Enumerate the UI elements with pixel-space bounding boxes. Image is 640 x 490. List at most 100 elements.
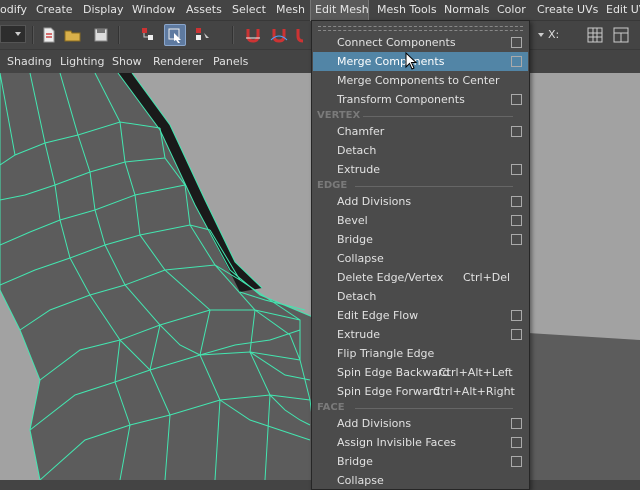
menu-item-chamfer[interactable]: Chamfer (313, 122, 528, 141)
select-component-button[interactable] (192, 24, 214, 46)
menu-item-label: Add Divisions (337, 417, 412, 430)
menu-create-uvs[interactable]: Create UVs (533, 0, 602, 20)
option-box-icon[interactable] (511, 437, 522, 448)
panel-menu-show[interactable]: Show (112, 51, 142, 73)
select-component-icon (196, 28, 209, 40)
option-box-icon[interactable] (511, 234, 522, 245)
menu-window[interactable]: Window (128, 0, 179, 20)
menu-item-label: Bridge (337, 233, 373, 246)
section-divider (355, 186, 513, 187)
option-box-icon[interactable] (511, 310, 522, 321)
panel-menu-shading[interactable]: Shading (7, 51, 52, 73)
tear-off-handle[interactable] (318, 26, 523, 31)
option-box-icon[interactable] (511, 196, 522, 207)
option-box-icon[interactable] (511, 456, 522, 467)
menu-item-connect-components[interactable]: Connect Components (313, 33, 528, 52)
option-box-icon[interactable] (511, 126, 522, 137)
menu-item-bridge-face[interactable]: Bridge (313, 452, 528, 471)
menu-item-label: Connect Components (337, 36, 456, 49)
menu-edit-mesh[interactable]: Edit Mesh (310, 0, 369, 21)
panel-menu-renderer[interactable]: Renderer (153, 51, 203, 73)
toolbar-divider (118, 26, 120, 44)
section-label: VERTEX (317, 110, 361, 121)
option-box-icon[interactable] (511, 94, 522, 105)
menu-item-bridge-edge[interactable]: Bridge (313, 230, 528, 249)
chevron-down-icon (15, 32, 21, 36)
panel-menu-lighting[interactable]: Lighting (60, 51, 104, 73)
menu-assets[interactable]: Assets (182, 0, 226, 20)
shortcut-label: Ctrl+Del (463, 271, 511, 284)
menuset-dropdown[interactable] (0, 25, 26, 43)
grid-snap-button[interactable] (584, 24, 606, 46)
select-object-icon (168, 28, 181, 43)
menu-item-merge-to-center[interactable]: Merge Components to Center (313, 71, 528, 90)
option-box-icon[interactable] (511, 329, 522, 340)
menu-modify[interactable]: odify (0, 0, 31, 20)
section-divider (355, 408, 513, 409)
open-scene-button[interactable] (62, 24, 84, 46)
layout-icon (613, 27, 629, 43)
option-box-icon[interactable] (511, 37, 522, 48)
menu-display[interactable]: Display (79, 0, 128, 20)
snap-to-curve-button[interactable] (268, 24, 290, 46)
menu-mesh-tools[interactable]: Mesh Tools (373, 0, 441, 20)
menu-item-flip-triangle-edge[interactable]: Flip Triangle Edge (313, 344, 528, 363)
menu-item-extrude-edge[interactable]: Extrude (313, 325, 528, 344)
menu-item-collapse-edge[interactable]: Collapse (313, 249, 528, 268)
snap-to-grid-button[interactable] (242, 24, 264, 46)
coordinate-label: X: (548, 24, 576, 46)
panel-layout-button[interactable] (610, 24, 632, 46)
menu-item-label: Flip Triangle Edge (337, 347, 435, 360)
menu-item-label: Chamfer (337, 125, 385, 138)
menu-item-detach-edge[interactable]: Detach (313, 287, 528, 306)
menu-item-label: Detach (337, 290, 377, 303)
menu-mesh[interactable]: Mesh (272, 0, 309, 20)
toolbar-divider (32, 26, 34, 44)
menu-item-collapse-face[interactable]: Collapse (313, 471, 528, 490)
option-box-icon[interactable] (511, 164, 522, 175)
menu-item-merge-components[interactable]: Merge Components (313, 52, 528, 71)
menu-item-spin-edge-backward[interactable]: Spin Edge Backward Ctrl+Alt+Left (313, 363, 528, 382)
menu-item-label: Bridge (337, 455, 373, 468)
grid-icon (587, 27, 603, 43)
menu-item-label: Collapse (337, 252, 384, 265)
menu-item-assign-invisible-faces[interactable]: Assign Invisible Faces (313, 433, 528, 452)
menu-item-label: Extrude (337, 163, 381, 176)
select-hierarchy-button[interactable] (138, 24, 160, 46)
menu-item-edit-edge-flow[interactable]: Edit Edge Flow (313, 306, 528, 325)
menu-item-label: Extrude (337, 328, 381, 341)
menu-item-label: Merge Components to Center (337, 74, 500, 87)
section-divider (363, 116, 513, 117)
magnet-curve-icon (270, 29, 288, 43)
main-menubar: odify Create Display Window Assets Selec… (0, 0, 640, 21)
menu-item-add-divisions-edge[interactable]: Add Divisions (313, 192, 528, 211)
menu-normals[interactable]: Normals (440, 0, 494, 20)
new-scene-button[interactable] (38, 24, 60, 46)
mouse-cursor-icon (405, 52, 418, 70)
menu-item-delete-edge-vertex[interactable]: Delete Edge/Vertex Ctrl+Del (313, 268, 528, 287)
new-file-icon (43, 27, 55, 43)
select-object-button[interactable] (164, 24, 186, 46)
menu-item-label: Assign Invisible Faces (337, 436, 456, 449)
option-box-icon[interactable] (511, 215, 522, 226)
menu-item-detach-vertex[interactable]: Detach (313, 141, 528, 160)
menu-item-bevel[interactable]: Bevel (313, 211, 528, 230)
menu-item-label: Bevel (337, 214, 368, 227)
panel-menu-panels[interactable]: Panels (213, 51, 248, 73)
menu-item-label: Spin Edge Backward (337, 366, 450, 379)
menu-item-label: Collapse (337, 474, 384, 487)
menu-item-add-divisions-face[interactable]: Add Divisions (313, 414, 528, 433)
option-box-icon[interactable] (511, 418, 522, 429)
menu-item-label: Edit Edge Flow (337, 309, 419, 322)
option-box-icon[interactable] (511, 56, 522, 67)
menu-select[interactable]: Select (228, 0, 270, 20)
menu-color[interactable]: Color (493, 0, 530, 20)
save-scene-button[interactable] (90, 24, 112, 46)
x-label: X: (548, 28, 560, 41)
menu-edit-uv[interactable]: Edit UV (602, 0, 640, 20)
hierarchy-icon (142, 28, 153, 40)
menu-item-label: Delete Edge/Vertex (337, 271, 444, 284)
magnet-point-icon (296, 29, 304, 43)
menu-create[interactable]: Create (32, 0, 77, 20)
edit-mesh-dropdown: Connect Components Merge Components Merg… (311, 20, 530, 490)
